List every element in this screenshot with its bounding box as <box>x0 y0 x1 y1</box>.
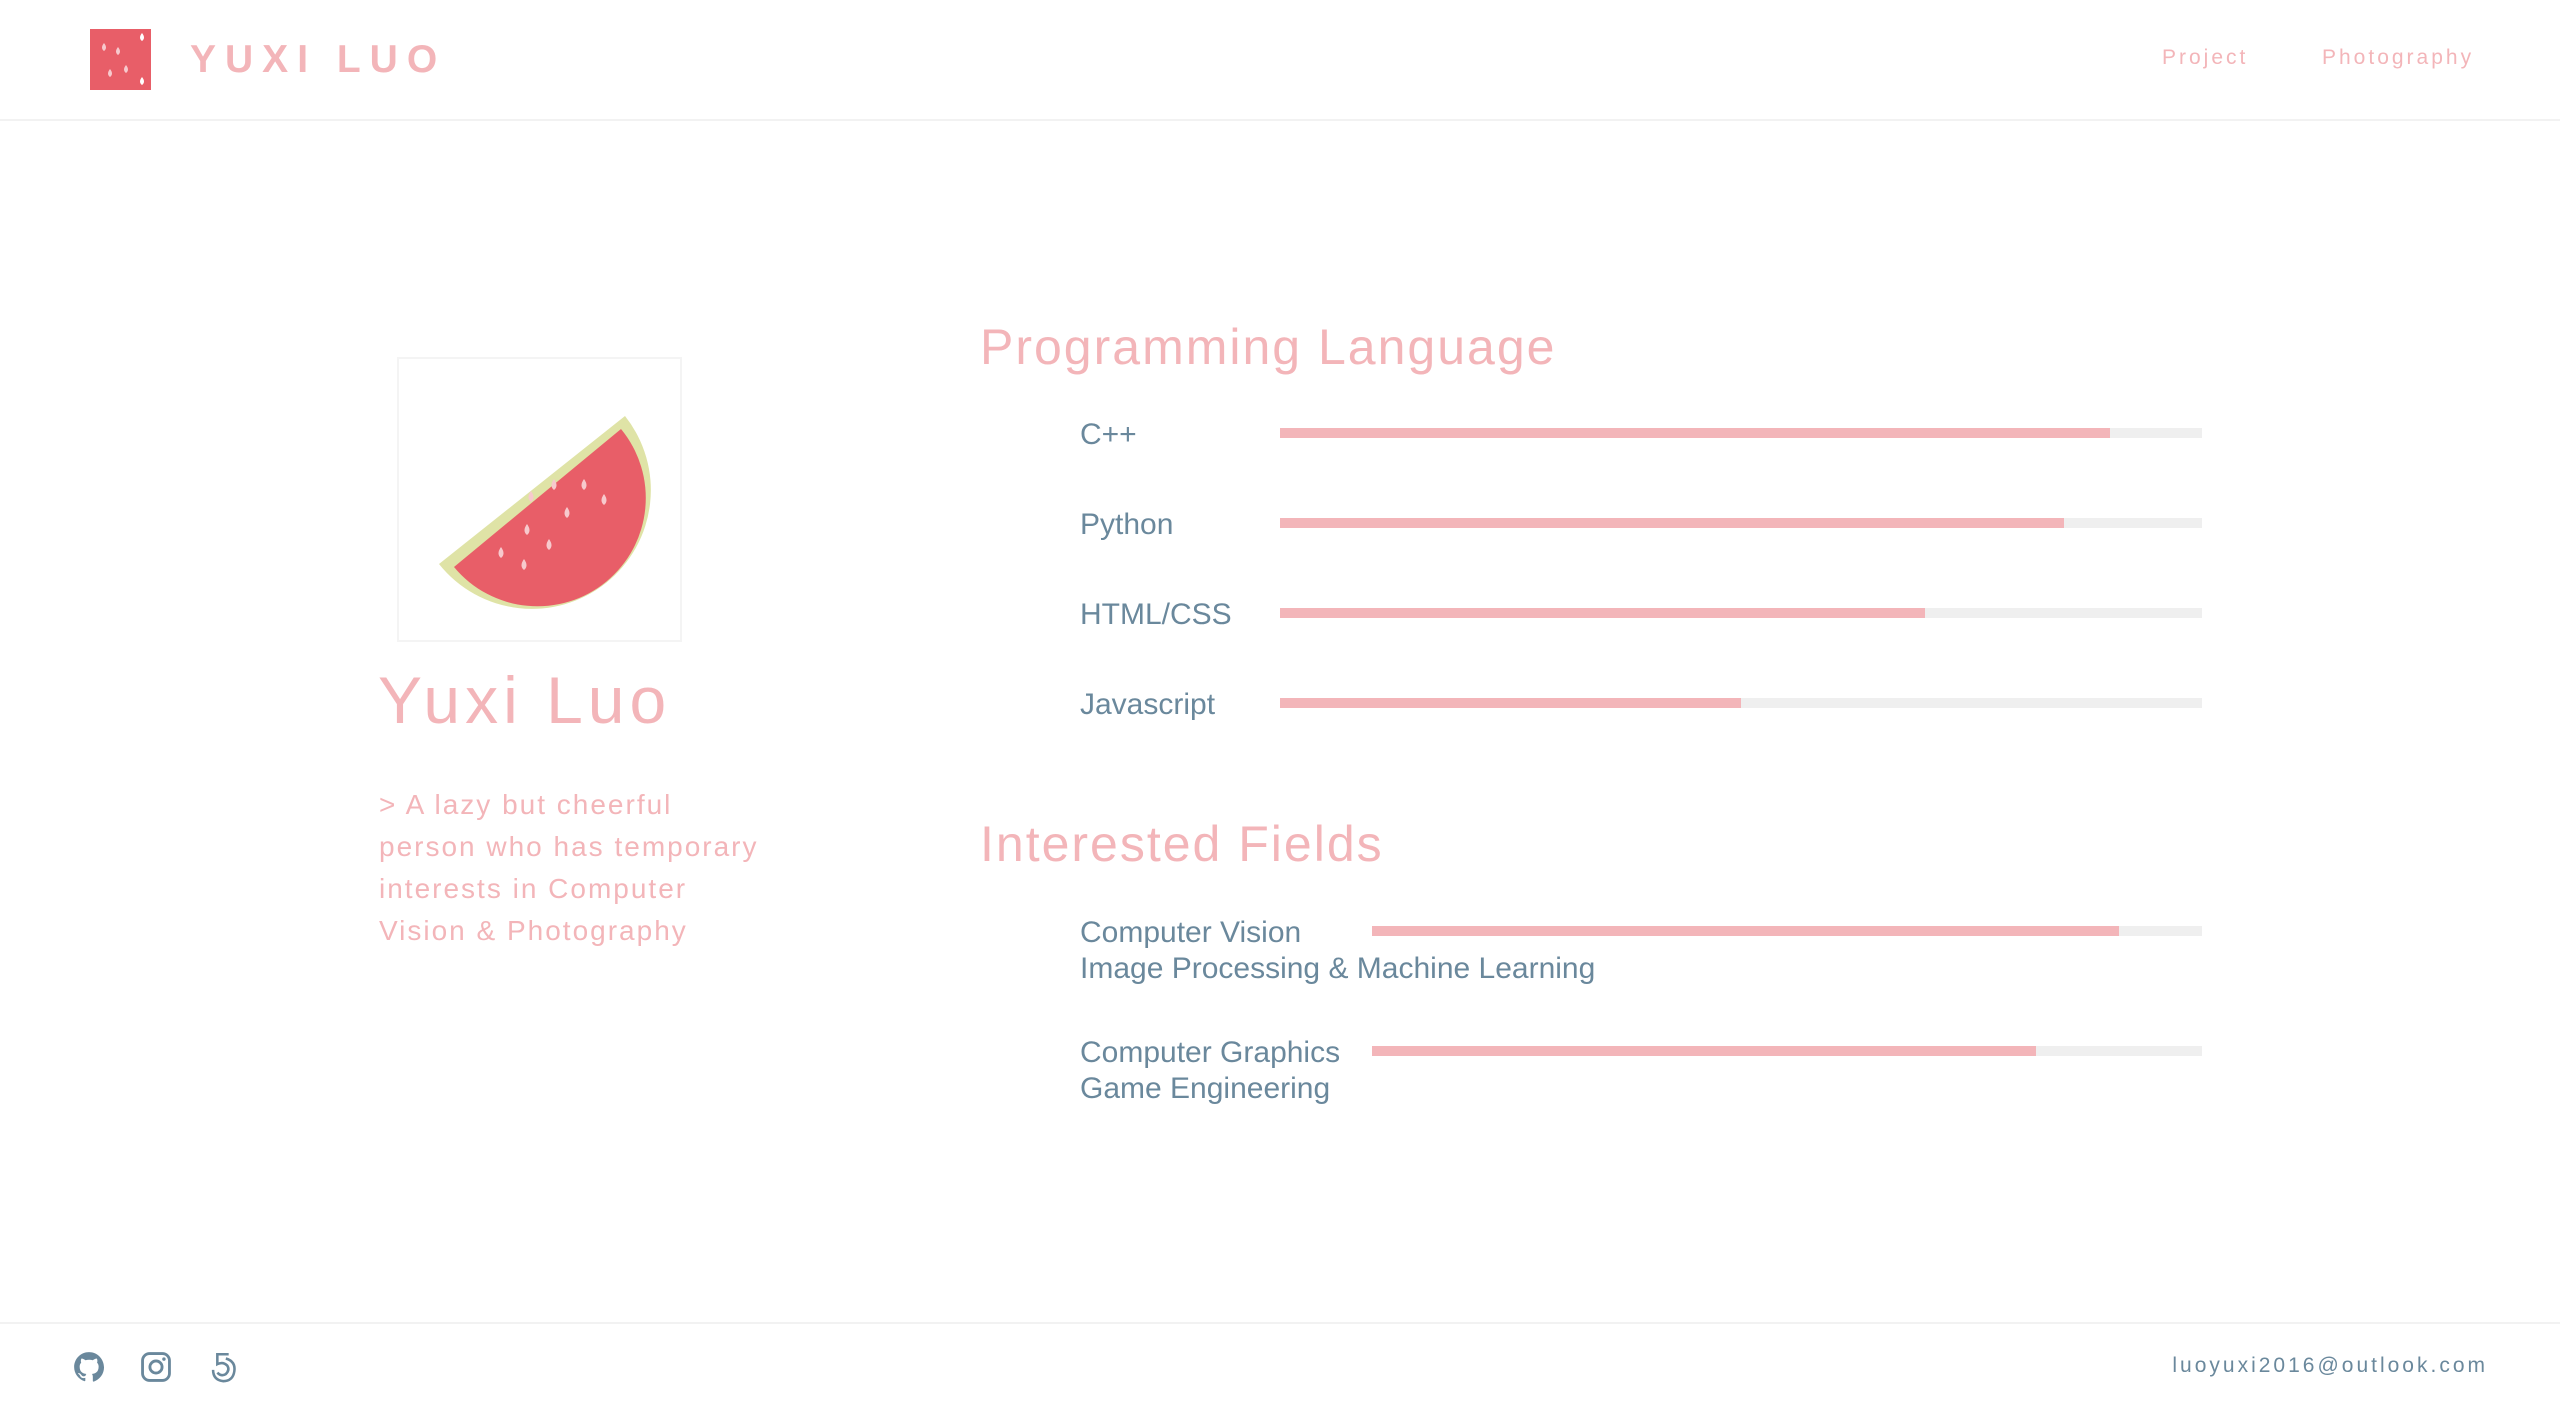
skill-bar-html-css <box>1280 608 2202 618</box>
skill-label-cpp: C++ <box>1080 418 1137 451</box>
field-bar-computer-graphics <box>1372 1046 2202 1056</box>
instagram-link[interactable] <box>139 1350 173 1384</box>
skill-bar-javascript <box>1280 698 2202 708</box>
skill-bar-python <box>1280 518 2202 528</box>
field-bar-fill <box>1372 1046 2036 1056</box>
field-label-computer-graphics: Computer Graphics <box>1080 1036 1341 1069</box>
profile-name: Yuxi Luo <box>378 663 672 737</box>
field-sublabel-game-engineering: Game Engineering <box>1080 1072 1331 1105</box>
field-label-computer-vision: Computer Vision <box>1080 916 1302 949</box>
site-header: YUXI LUO Project Photography <box>0 0 2560 121</box>
skill-bar-fill <box>1280 698 1741 708</box>
section-title-interested-fields: Interested Fields <box>980 816 1384 872</box>
nav-link-photography[interactable]: Photography <box>2322 46 2474 70</box>
500px-icon <box>211 1352 236 1383</box>
skill-bar-fill <box>1280 608 1926 618</box>
skill-bar-fill <box>1280 518 2064 528</box>
github-icon <box>74 1352 105 1382</box>
skill-label-javascript: Javascript <box>1080 688 1216 721</box>
skill-bar-cpp <box>1280 428 2202 438</box>
page: YUXI LUO Project Photography Yuxi Luo > … <box>0 0 2560 1406</box>
field-bar-fill <box>1372 926 2119 936</box>
skill-label-python: Python <box>1080 508 1174 541</box>
skill-bar-fill <box>1280 428 2110 438</box>
avatar <box>397 357 682 642</box>
watermelon-slice-icon <box>439 416 651 609</box>
contact-email[interactable]: luoyuxi2016@outlook.com <box>2172 1354 2488 1378</box>
github-link[interactable] <box>72 1350 106 1384</box>
nav-link-project[interactable]: Project <box>2162 46 2248 70</box>
field-bar-computer-vision <box>1372 926 2202 936</box>
500px-link[interactable] <box>206 1350 240 1384</box>
field-sublabel-image-processing: Image Processing & Machine Learning <box>1080 952 1596 985</box>
instagram-icon <box>141 1352 171 1382</box>
skill-label-html-css: HTML/CSS <box>1080 598 1232 631</box>
profile-bio: > A lazy but cheerful person who has tem… <box>379 789 759 946</box>
top-nav: Project Photography <box>0 46 2560 76</box>
section-title-programming-language: Programming Language <box>980 319 1557 375</box>
site-footer: luoyuxi2016@outlook.com <box>0 1322 2560 1406</box>
